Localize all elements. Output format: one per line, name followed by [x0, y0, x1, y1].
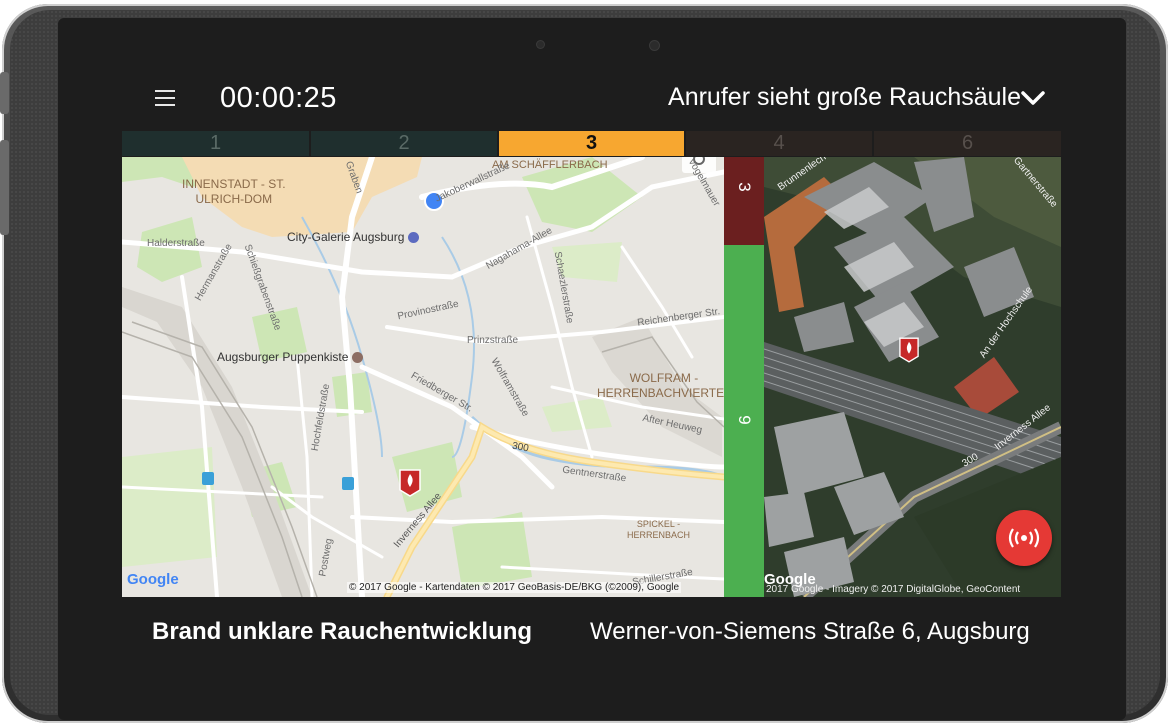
tab-3[interactable]: 3	[499, 131, 684, 156]
district-label: INNENSTADT - ST. ULRICH-DOM	[182, 177, 286, 207]
tab-1[interactable]: 1	[122, 131, 309, 156]
chevron-down-icon[interactable]	[1019, 86, 1047, 110]
call-timer: 00:00:25	[220, 82, 337, 114]
broadcast-icon	[1008, 528, 1040, 548]
district-label: SPICKEL - HERRENBACH	[627, 519, 690, 541]
district-text: SPICKEL - HERRENBACH	[627, 519, 691, 540]
side-button	[0, 140, 9, 235]
fire-incident-marker-icon[interactable]	[899, 337, 919, 363]
street-map[interactable]: INNENSTADT - ST. ULRICH-DOM WOLFRAM - HE…	[122, 157, 724, 597]
street-label: Prinzstraße	[467, 335, 519, 346]
strip-segment-red	[724, 157, 764, 245]
tab-label: 4	[773, 132, 785, 154]
tab-label: 3	[585, 132, 598, 154]
district-text: INNENSTADT - ST. ULRICH-DOM	[182, 177, 286, 206]
satellite-map[interactable]: Brunnenlech Gartnerstraße An der Hochsch…	[764, 157, 1061, 597]
strip-bottom-number: 9	[735, 415, 754, 425]
map-attribution: 2017 Google - Imagery © 2017 DigitalGlob…	[766, 584, 1021, 595]
map-attribution: © 2017 Google - Kartendaten © 2017 GeoBa…	[347, 582, 682, 593]
theater-icon	[351, 352, 363, 364]
tab-label: 1	[209, 132, 222, 154]
poi-label: City-Galerie Augsburg	[287, 230, 405, 244]
google-logo: Google	[127, 571, 179, 588]
volume-button	[0, 72, 9, 114]
shopping-icon	[407, 232, 419, 244]
tab-label: 2	[398, 132, 410, 154]
tab-label: 6	[961, 132, 974, 154]
hamburger-menu-icon[interactable]	[155, 90, 175, 106]
fire-incident-marker-icon[interactable]	[399, 469, 421, 497]
poi-label: Augsburger Puppenkiste	[217, 350, 349, 364]
district-text: WOLFRAM - HERRENBACHVIERTEL	[597, 371, 724, 400]
strip-top-number: 3	[735, 182, 754, 192]
tab-6[interactable]: 6	[874, 131, 1061, 156]
poi-city-galerie[interactable]: City-Galerie Augsburg	[287, 230, 419, 244]
poi-puppenkiste[interactable]: Augsburger Puppenkiste	[217, 350, 363, 364]
broadcast-button[interactable]	[996, 510, 1052, 566]
incident-address: Werner-von-Siemens Straße 6, Augsburg	[590, 618, 1030, 645]
district-label: WOLFRAM - HERRENBACHVIERTEL	[597, 371, 724, 401]
proximity-sensor	[537, 41, 544, 48]
street-label: Halderstraße	[147, 238, 205, 249]
tab-4[interactable]: 4	[686, 131, 872, 156]
response-time-strip: 3 9	[724, 157, 764, 597]
tab-2[interactable]: 2	[311, 131, 497, 156]
incident-type: Brand unklare Rauchentwicklung	[152, 618, 533, 645]
front-camera	[650, 41, 659, 50]
status-title[interactable]: Anrufer sieht große Rauchsäule	[668, 83, 1021, 112]
